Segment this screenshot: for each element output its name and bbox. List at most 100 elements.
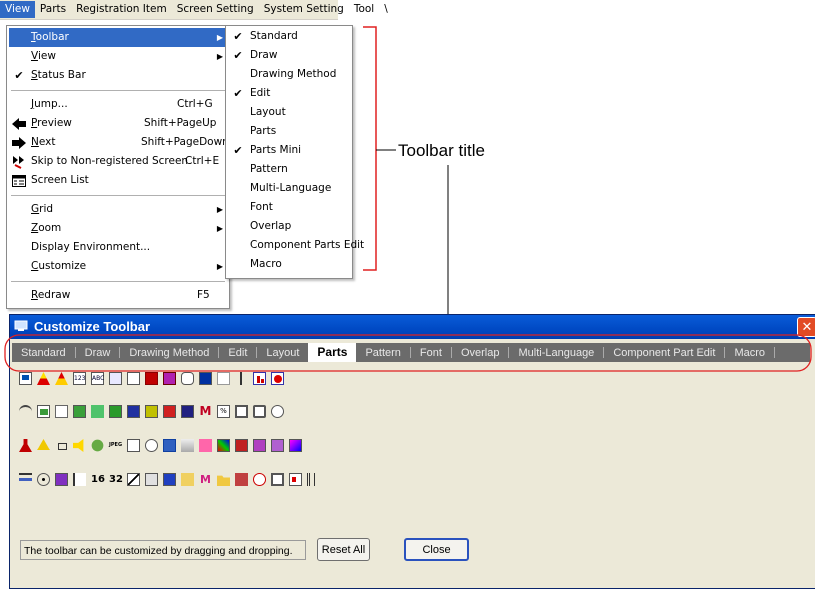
time-order-alarm-icon[interactable] (127, 405, 140, 418)
network-icon[interactable] (163, 439, 176, 452)
submenu-item-pattern[interactable]: Pattern (228, 160, 350, 179)
submenu-item-parts[interactable]: Parts (228, 122, 350, 141)
folder-edit-icon[interactable] (181, 473, 194, 486)
animation-icon[interactable] (91, 439, 104, 452)
percent-icon[interactable]: % (217, 405, 230, 418)
speaker-icon[interactable] (73, 439, 84, 452)
tab-component-part-edit[interactable]: Component Part Edit (604, 347, 724, 359)
camera-icon[interactable] (145, 439, 158, 452)
bell-icon[interactable] (37, 439, 50, 451)
menu-item-view[interactable]: View ▶ (9, 47, 227, 66)
menu-item-preview[interactable]: Preview Shift+PageUp (9, 114, 227, 133)
menu-view[interactable]: View (0, 1, 35, 18)
closed-area-graph-icon[interactable] (37, 405, 50, 418)
submenu-item-draw[interactable]: ✔ Draw (228, 46, 350, 65)
tab-multi-language[interactable]: Multi-Language (509, 347, 603, 359)
memory-card-icon[interactable] (181, 405, 194, 418)
menu-item-jump[interactable]: Jump... Ctrl+G (9, 95, 227, 114)
message-bubble-icon[interactable] (181, 372, 194, 385)
numeric-display-icon[interactable]: 123 (73, 372, 86, 385)
statistics-graph-icon[interactable] (55, 405, 68, 418)
blue-window-icon[interactable] (163, 473, 176, 486)
tab-standard[interactable]: Standard (12, 347, 75, 359)
numeric-table-icon[interactable] (127, 372, 140, 385)
submenu-item-font[interactable]: Font (228, 198, 350, 217)
connection-icon[interactable] (181, 439, 194, 452)
folder-icon[interactable] (217, 475, 230, 486)
submenu-item-drawing-method[interactable]: Drawing Method (228, 65, 350, 84)
clock-alarm-icon[interactable] (253, 473, 266, 486)
menu-registration-item[interactable]: Registration Item (71, 1, 172, 18)
pie-graph-icon[interactable] (271, 372, 284, 385)
tab-draw[interactable]: Draw (76, 347, 120, 359)
close-button[interactable]: Close (404, 538, 469, 561)
alarm-part-icon[interactable] (55, 372, 68, 385)
trend-graph-icon[interactable] (73, 405, 86, 418)
sound-icon[interactable] (55, 439, 68, 452)
keypad-icon[interactable] (217, 372, 230, 385)
diagonal-line-icon[interactable] (127, 473, 140, 486)
meter-icon[interactable] (19, 405, 32, 418)
submenu-item-component-parts-edit[interactable]: Component Parts Edit (228, 236, 364, 255)
radio-button-icon[interactable] (37, 473, 50, 486)
frame-icon[interactable] (253, 405, 266, 418)
menu-item-toolbar[interactable]: Toolbar ▶ (9, 28, 227, 47)
database-icon[interactable] (235, 473, 248, 486)
image-icon[interactable] (145, 473, 158, 486)
character-display-icon[interactable]: ABC (91, 372, 104, 385)
sixteen-icon[interactable]: 16 (91, 473, 105, 486)
submenu-item-overlap[interactable]: Overlap (228, 217, 350, 236)
monitor-icon[interactable] (271, 473, 284, 486)
reset-all-button[interactable]: Reset All (317, 538, 370, 561)
jpeg-icon[interactable]: JPEG (109, 439, 122, 452)
menu-tool[interactable]: Tool (349, 1, 379, 18)
menu-parts[interactable]: Parts (35, 1, 71, 18)
pen-recorder-icon[interactable] (163, 372, 176, 385)
submenu-item-standard[interactable]: ✔ Standard (228, 27, 350, 46)
macro-m-icon[interactable]: M (199, 405, 212, 418)
menu-system-setting[interactable]: System Setting (259, 1, 349, 18)
menu-screen-setting[interactable]: Screen Setting (172, 1, 259, 18)
tab-macro[interactable]: Macro (725, 347, 774, 359)
menu-item-next[interactable]: Next Shift+PageDown (9, 133, 229, 152)
alarm-tracking-icon[interactable] (145, 405, 158, 418)
list-icon[interactable] (73, 473, 86, 486)
menu-item-display-environment[interactable]: Display Environment... (9, 238, 227, 257)
tab-pattern[interactable]: Pattern (356, 347, 409, 359)
timer-icon[interactable] (271, 405, 284, 418)
align-icon[interactable] (19, 473, 32, 486)
screen-copy-icon[interactable] (271, 439, 284, 452)
macro-color-icon[interactable]: M (199, 473, 212, 486)
slider-icon[interactable] (235, 372, 248, 385)
screen-overlap-icon[interactable] (253, 439, 266, 452)
time-display-icon[interactable] (91, 405, 104, 418)
tab-edit[interactable]: Edit (219, 347, 256, 359)
alarm-list-icon[interactable] (163, 405, 176, 418)
menu-item-screen-list[interactable]: Screen List (9, 171, 227, 190)
close-icon[interactable]: ✕ (797, 317, 815, 337)
menu-item-zoom[interactable]: Zoom ▶ (9, 219, 227, 238)
calendar-icon[interactable] (109, 405, 122, 418)
color-palette-icon[interactable] (217, 439, 230, 452)
gradient-icon[interactable] (289, 439, 302, 452)
submenu-item-edit[interactable]: ✔ Edit (228, 84, 350, 103)
lamp-part-icon[interactable] (37, 372, 50, 385)
bar-graph-icon[interactable] (253, 372, 266, 385)
flask-icon[interactable] (19, 439, 32, 452)
screen-change-icon[interactable] (235, 439, 248, 452)
data-sheet-icon[interactable] (145, 372, 158, 385)
menu-item-redraw[interactable]: Redraw F5 (9, 286, 227, 305)
submenu-item-layout[interactable]: Layout (228, 103, 350, 122)
menu-item-customize[interactable]: Customize ▶ (9, 257, 227, 276)
thirty-two-icon[interactable]: 32 (109, 473, 123, 486)
submenu-item-parts-mini[interactable]: ✔ Parts Mini (228, 141, 350, 160)
purple-window-icon[interactable] (55, 473, 68, 486)
switch-part-icon[interactable] (19, 372, 32, 385)
menu-item-status-bar[interactable]: ✔ Status Bar (9, 66, 227, 85)
sampling-icon[interactable] (199, 439, 212, 452)
dialog-title-bar[interactable]: Customize Toolbar ✕ (10, 315, 815, 339)
submenu-item-macro[interactable]: Macro (228, 255, 350, 274)
menu-item-grid[interactable]: Grid ▶ (9, 200, 227, 219)
tab-font[interactable]: Font (411, 347, 451, 359)
menu-item-skip-unregistered[interactable]: Skip to Non-registered Screen Ctrl+E (9, 152, 227, 171)
